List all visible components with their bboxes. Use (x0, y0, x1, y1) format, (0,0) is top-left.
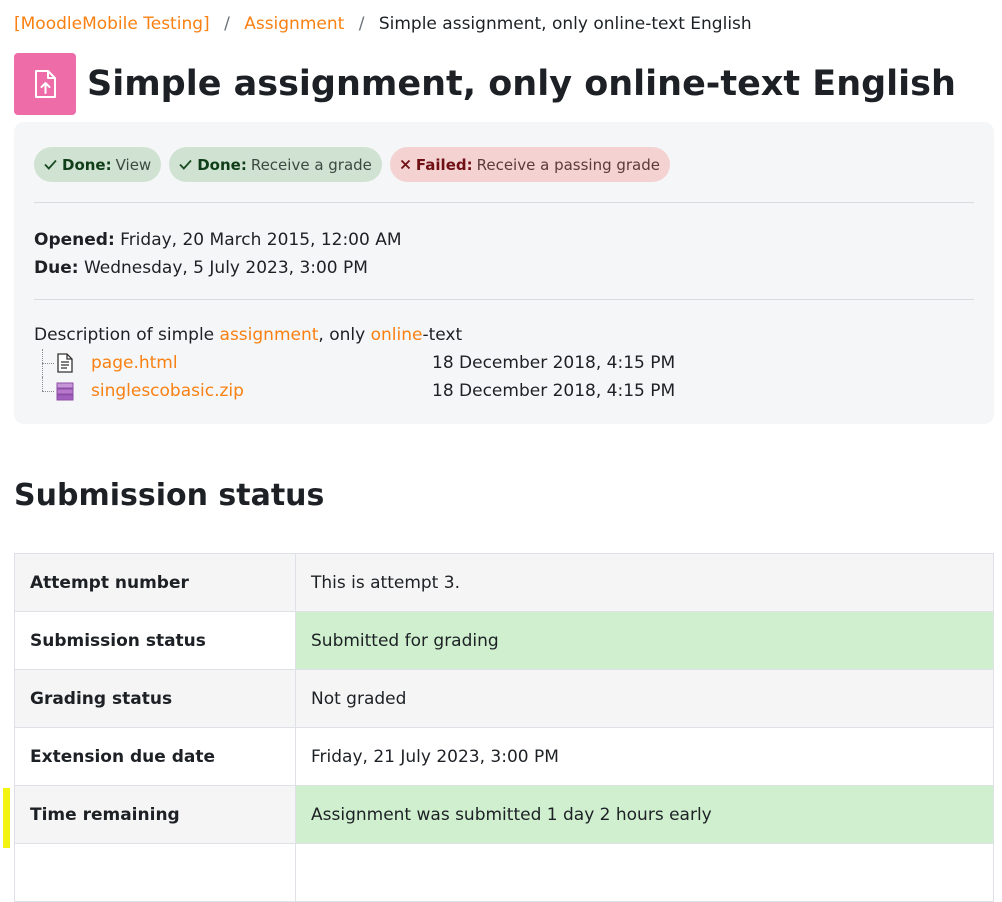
table-row: Time remaining Assignment was submitted … (14, 785, 994, 844)
file-link[interactable]: page.html (91, 349, 178, 377)
row-label: Time remaining (14, 785, 296, 844)
row-value: Not graded (295, 669, 994, 728)
tree-line (42, 391, 54, 392)
attachment-tree: page.html 18 December 2018, 4:15 PM sing… (34, 349, 734, 405)
glossary-link-online[interactable]: online (371, 325, 423, 345)
assignment-description: Description of simple assignment, only o… (34, 321, 462, 349)
row-value: Friday, 21 July 2023, 3:00 PM (295, 727, 994, 786)
due-date: Due: Wednesday, 5 July 2023, 3:00 PM (34, 254, 402, 282)
file-item: page.html 18 December 2018, 4:15 PM (34, 349, 734, 377)
glossary-link-assignment[interactable]: assignment (220, 325, 319, 345)
row-label: Submission status (14, 611, 296, 670)
activity-information: Done: View Done: Receive a grade Failed:… (14, 122, 994, 424)
breadcrumb-current: Simple assignment, only online-text Engl… (378, 14, 752, 34)
table-row (14, 843, 994, 902)
divider (34, 202, 974, 203)
file-date: 18 December 2018, 4:15 PM (432, 353, 676, 373)
due-value: Wednesday, 5 July 2023, 3:00 PM (83, 258, 368, 278)
completion-status: Done: (197, 155, 247, 174)
opened-value: Friday, 20 March 2015, 12:00 AM (120, 230, 402, 250)
highlight-marker (3, 788, 10, 848)
row-label: Attempt number (14, 553, 296, 612)
completion-text: Receive a grade (250, 155, 372, 174)
row-label (14, 843, 296, 902)
opened-label: Opened: (34, 230, 115, 250)
file-link[interactable]: singlescobasic.zip (91, 377, 244, 405)
row-label: Grading status (14, 669, 296, 728)
description-text: , only (318, 325, 371, 345)
assignment-upload-icon (14, 53, 76, 115)
breadcrumb-section-link[interactable]: Assignment (244, 14, 344, 34)
row-value (295, 843, 994, 902)
page-header: Simple assignment, only online-text Engl… (14, 53, 956, 115)
table-row: Extension due date Friday, 21 July 2023,… (14, 727, 994, 786)
activity-dates: Opened: Friday, 20 March 2015, 12:00 AM … (34, 226, 402, 282)
row-value: Assignment was submitted 1 day 2 hours e… (295, 785, 994, 844)
description-text: -text (422, 325, 463, 345)
description-text: Description of simple (34, 325, 220, 345)
completion-text: Receive a passing grade (476, 155, 661, 174)
divider (34, 299, 974, 300)
completion-text: View (115, 155, 152, 174)
row-label: Extension due date (14, 727, 296, 786)
completion-badge-grade: Done: Receive a grade (169, 147, 382, 182)
table-row: Submission status Submitted for grading (14, 611, 994, 670)
checkmark-icon (44, 159, 57, 170)
checkmark-icon (179, 159, 192, 170)
completion-badge-view: Done: View (34, 147, 162, 182)
file-date: 18 December 2018, 4:15 PM (432, 381, 676, 401)
file-item: singlescobasic.zip 18 December 2018, 4:1… (34, 377, 734, 405)
breadcrumb-separator: / (358, 14, 365, 34)
row-value: Submitted for grading (295, 611, 994, 670)
row-value: This is attempt 3. (295, 553, 994, 612)
page-title: Simple assignment, only online-text Engl… (87, 64, 956, 104)
tree-line (42, 377, 43, 391)
cross-icon (400, 159, 411, 170)
breadcrumb: [MoodleMobile Testing] / Assignment / Si… (14, 12, 752, 36)
submission-status-table: Attempt number This is attempt 3. Submis… (14, 553, 994, 902)
tree-line (42, 363, 54, 364)
opened-date: Opened: Friday, 20 March 2015, 12:00 AM (34, 226, 402, 254)
completion-status: Failed: (415, 155, 473, 174)
completion-status: Done: (62, 155, 112, 174)
submission-status-heading: Submission status (14, 478, 325, 513)
table-row: Grading status Not graded (14, 669, 994, 728)
breadcrumb-course-link[interactable]: [MoodleMobile Testing] (14, 14, 210, 34)
completion-badge-passing-grade: Failed: Receive a passing grade (389, 147, 671, 182)
due-label: Due: (34, 258, 79, 278)
completion-requirements: Done: View Done: Receive a grade Failed:… (34, 147, 671, 182)
html-file-icon (57, 353, 73, 373)
table-row: Attempt number This is attempt 3. (14, 553, 994, 612)
breadcrumb-separator: / (224, 14, 230, 34)
archive-file-icon (56, 382, 74, 401)
